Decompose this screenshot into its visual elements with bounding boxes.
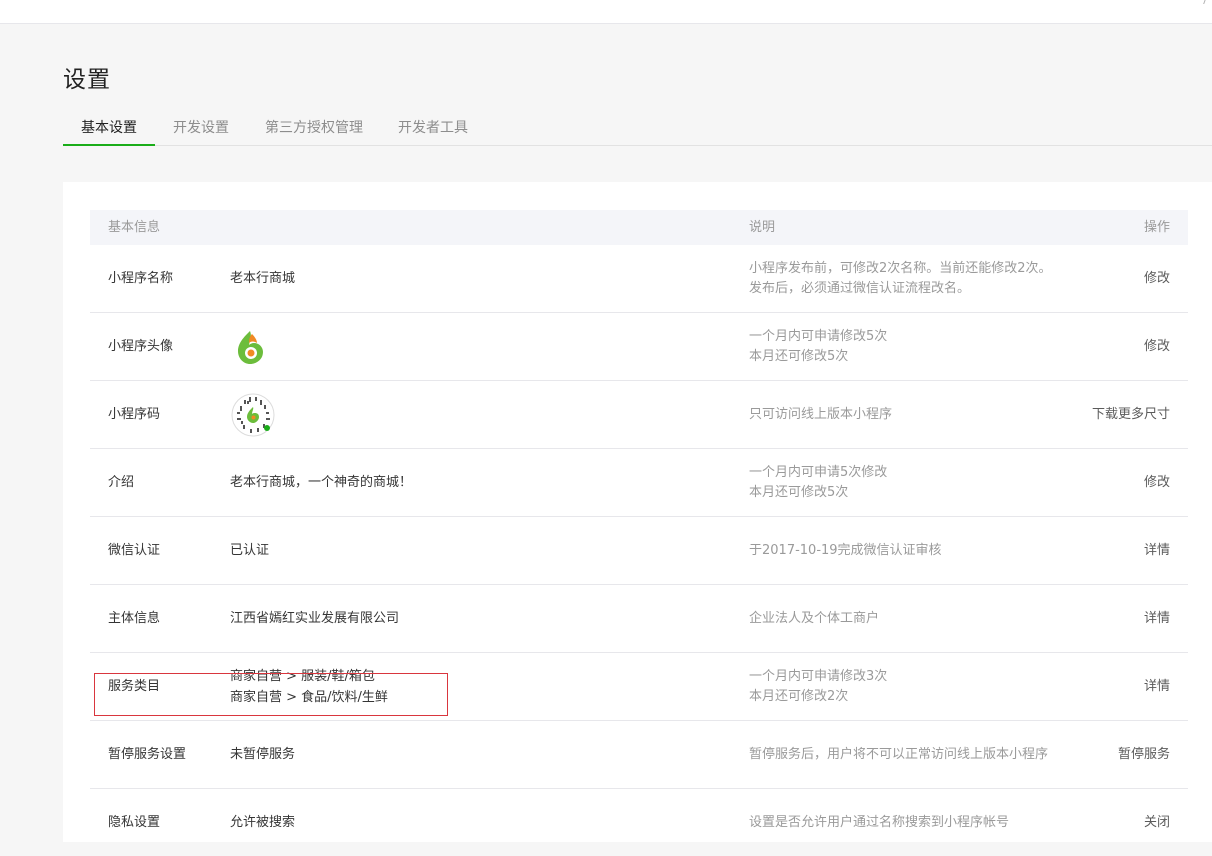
- pause-status: 未暂停服务: [230, 747, 296, 762]
- row-label: 主体信息: [108, 611, 161, 626]
- modify-intro-link[interactable]: 修改: [1144, 449, 1170, 516]
- row-description: 一个月内可申请5次修改 本月还可修改5次: [749, 449, 1089, 516]
- tab-third-party-auth[interactable]: 第三方授权管理: [259, 112, 369, 145]
- row-value: 江西省嫣红实业发展有限公司: [230, 585, 399, 652]
- row-pause-service: 暂停服务设置 未暂停服务 暂停服务后，用户将不可以正常访问线上版本小程序 暂停服…: [90, 721, 1188, 789]
- desc-line: 于2017-10-19完成微信认证审核: [749, 542, 942, 558]
- download-sizes-link[interactable]: 下载更多尺寸: [1092, 381, 1170, 448]
- row-description: 暂停服务后，用户将不可以正常访问线上版本小程序: [749, 721, 1089, 788]
- page-title: 设置: [63, 67, 111, 93]
- tab-basic-settings[interactable]: 基本设置: [63, 112, 155, 146]
- entity-details-link[interactable]: 详情: [1144, 585, 1170, 652]
- row-app-code: 小程序码 只可访问线上版本小程序 下载更多尺寸: [90, 381, 1188, 449]
- row-app-avatar: 小程序头像 一个月内可申请修改5次 本月还可修改5次 修改: [90, 313, 1188, 381]
- topbar-edge-mark: [1203, 0, 1212, 4]
- row-value: [230, 313, 270, 380]
- row-entity-info: 主体信息 江西省嫣红实业发展有限公司 企业法人及个体工商户 详情: [90, 585, 1188, 653]
- mini-program-code-icon: [230, 392, 276, 438]
- app-name-value: 老本行商城: [230, 271, 296, 286]
- row-description: 设置是否允许用户通过名称搜索到小程序帐号: [749, 789, 1089, 856]
- row-privacy-settings: 隐私设置 允许被搜索 设置是否允许用户通过名称搜索到小程序帐号 关闭: [90, 789, 1188, 856]
- desc-line: 本月还可修改2次: [749, 688, 849, 704]
- settings-card: 基本信息 说明 操作 小程序名称 老本行商城 小程序发布前，可修改2次名称。当前…: [63, 182, 1212, 842]
- row-label: 隐私设置: [108, 815, 161, 830]
- row-introduction: 介绍 老本行商城，一个神奇的商城！ 一个月内可申请5次修改 本月还可修改5次 修…: [90, 449, 1188, 517]
- row-wechat-verification: 微信认证 已认证 于2017-10-19完成微信认证审核 详情: [90, 517, 1188, 585]
- row-description: 于2017-10-19完成微信认证审核: [749, 517, 1089, 584]
- entity-name: 江西省嫣红实业发展有限公司: [230, 611, 400, 626]
- app-logo-icon: [230, 327, 270, 367]
- desc-line: 一个月内可申请修改3次: [749, 668, 888, 684]
- row-value: 未暂停服务: [230, 721, 295, 788]
- pause-service-link[interactable]: 暂停服务: [1118, 721, 1170, 788]
- modify-avatar-link[interactable]: 修改: [1144, 313, 1170, 380]
- row-description: 小程序发布前，可修改2次名称。当前还能修改2次。 发布后，必须通过微信认证流程改…: [749, 245, 1089, 312]
- row-description: 一个月内可申请修改5次 本月还可修改5次: [749, 313, 1089, 380]
- desc-line: 只可访问线上版本小程序: [749, 406, 893, 422]
- modify-name-link[interactable]: 修改: [1144, 245, 1170, 312]
- row-label: 暂停服务设置: [108, 747, 187, 762]
- row-label: 小程序码: [108, 407, 161, 422]
- header-description: 说明: [749, 220, 776, 235]
- header-action: 操作: [1143, 220, 1170, 235]
- row-label: 介绍: [108, 475, 135, 490]
- row-value: 允许被搜索: [230, 789, 295, 856]
- category-details-link[interactable]: 详情: [1144, 653, 1170, 720]
- row-value: [230, 381, 276, 448]
- row-description: 企业法人及个体工商户: [749, 585, 1089, 652]
- desc-line: 设置是否允许用户通过名称搜索到小程序帐号: [749, 814, 1010, 830]
- top-bar: [0, 0, 1212, 24]
- table-header: 基本信息 说明 操作: [90, 210, 1188, 245]
- row-value: 老本行商城，一个神奇的商城！: [230, 449, 412, 516]
- tab-dev-settings[interactable]: 开发设置: [163, 112, 239, 145]
- row-description: 一个月内可申请修改3次 本月还可修改2次: [749, 653, 1089, 720]
- row-label: 小程序头像: [108, 339, 174, 354]
- header-basic-info: 基本信息: [108, 220, 161, 235]
- privacy-close-link[interactable]: 关闭: [1144, 789, 1170, 856]
- intro-value: 老本行商城，一个神奇的商城！: [230, 475, 413, 490]
- row-app-name: 小程序名称 老本行商城 小程序发布前，可修改2次名称。当前还能修改2次。 发布后…: [90, 245, 1188, 313]
- verification-details-link[interactable]: 详情: [1144, 517, 1170, 584]
- desc-line: 一个月内可申请修改5次: [749, 328, 888, 344]
- privacy-status: 允许被搜索: [230, 815, 296, 830]
- desc-line: 本月还可修改5次: [749, 348, 849, 364]
- row-value: 老本行商城: [230, 245, 295, 312]
- desc-line: 企业法人及个体工商户: [749, 610, 880, 626]
- verification-status: 已认证: [230, 543, 270, 558]
- desc-line: 暂停服务后，用户将不可以正常访问线上版本小程序: [749, 746, 1049, 762]
- row-description: 只可访问线上版本小程序: [749, 381, 1089, 448]
- row-label: 小程序名称: [108, 271, 174, 286]
- annotation-highlight-box: [94, 673, 448, 716]
- settings-tabs: 基本设置 开发设置 第三方授权管理 开发者工具: [63, 112, 1212, 146]
- desc-line: 一个月内可申请5次修改: [749, 464, 888, 480]
- desc-line: 本月还可修改5次: [749, 484, 849, 500]
- desc-line: 小程序发布前，可修改2次名称。当前还能修改2次。: [749, 260, 1052, 276]
- tab-dev-tools[interactable]: 开发者工具: [393, 112, 473, 145]
- row-label: 微信认证: [108, 543, 161, 558]
- row-value: 已认证: [230, 517, 269, 584]
- desc-line: 发布后，必须通过微信认证流程改名。: [749, 280, 971, 296]
